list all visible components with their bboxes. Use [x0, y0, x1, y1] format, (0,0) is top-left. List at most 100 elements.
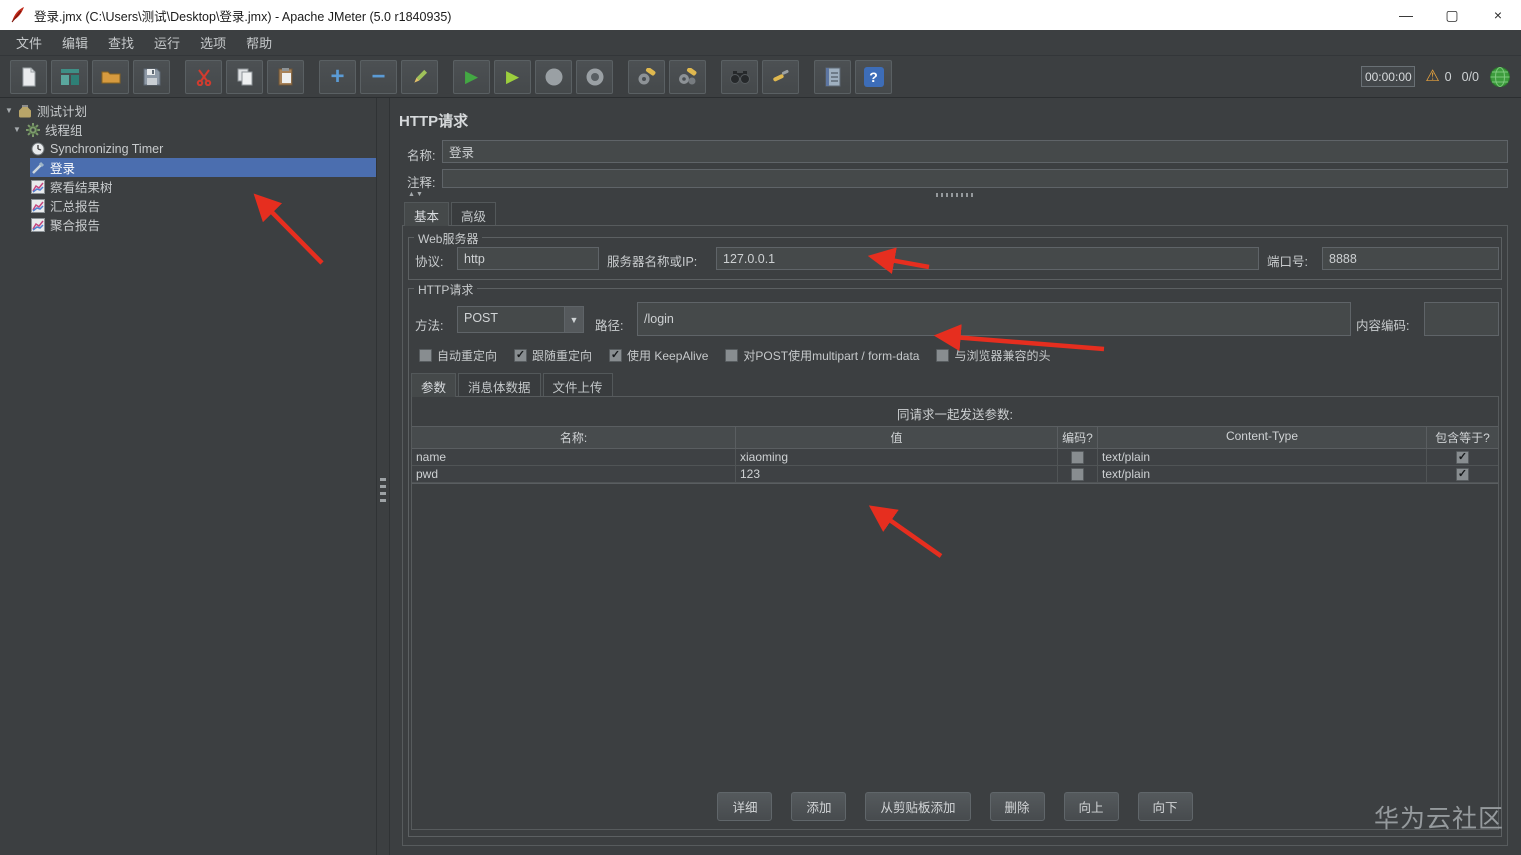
- param-encode-cell[interactable]: ✓: [1058, 466, 1098, 483]
- timer-icon: [31, 142, 45, 156]
- combo-dropdown-icon[interactable]: ▼: [564, 307, 583, 332]
- checkbox[interactable]: ✓: [936, 349, 950, 362]
- server-input[interactable]: [716, 247, 1259, 270]
- panel-splitter[interactable]: [377, 98, 390, 855]
- jmeter-logo-icon: [10, 6, 26, 24]
- content-encoding-label: 内容编码:: [1356, 319, 1410, 333]
- param-include-equals-cell[interactable]: ✓: [1427, 449, 1498, 466]
- start-button[interactable]: ▶: [453, 59, 490, 94]
- option-follow-redirects[interactable]: ✓ 跟随重定向: [514, 347, 592, 364]
- tab-files-upload[interactable]: 文件上传: [542, 373, 613, 396]
- content-encoding-input[interactable]: [1424, 302, 1499, 336]
- save-button[interactable]: [133, 59, 170, 94]
- down-button[interactable]: 向下: [1137, 792, 1193, 821]
- port-input[interactable]: [1322, 247, 1499, 270]
- web-server-group-title: Web服务器: [414, 230, 483, 247]
- option-use-keepalive[interactable]: ✓ 使用 KeepAlive: [609, 347, 708, 364]
- menu-options[interactable]: 选项: [190, 29, 236, 56]
- tab-advanced[interactable]: 高级: [451, 202, 497, 225]
- reset-search-button[interactable]: [762, 59, 799, 94]
- tab-body-data[interactable]: 消息体数据: [458, 373, 541, 396]
- checkbox[interactable]: ✓: [514, 349, 528, 362]
- function-helper-button[interactable]: [814, 59, 851, 94]
- param-name-cell[interactable]: name: [412, 449, 736, 466]
- checkbox[interactable]: ✓: [1071, 467, 1084, 481]
- method-select[interactable]: POST ▼: [457, 306, 584, 333]
- tree-item-view-results-tree[interactable]: 察看结果树: [0, 177, 376, 196]
- name-input[interactable]: [442, 140, 1508, 163]
- expand-toggle-icon[interactable]: ▼: [13, 125, 25, 134]
- tree-item-login-request[interactable]: 登录: [0, 158, 376, 177]
- menu-file[interactable]: 文件: [6, 29, 52, 56]
- param-name-cell[interactable]: pwd: [412, 466, 736, 483]
- stop-button[interactable]: [535, 59, 572, 94]
- copy-button[interactable]: [226, 59, 263, 94]
- tree-item-synchronizing-timer[interactable]: Synchronizing Timer: [0, 139, 376, 158]
- up-button[interactable]: 向上: [1063, 792, 1119, 821]
- tree-item-summary-report[interactable]: 汇总报告: [0, 196, 376, 215]
- tree-item-aggregate-report[interactable]: 聚合报告: [0, 215, 376, 234]
- param-content-type-cell[interactable]: text/plain: [1098, 449, 1427, 466]
- toggle-button[interactable]: [401, 59, 438, 94]
- cut-button[interactable]: [185, 59, 222, 94]
- checkbox[interactable]: ✓: [1071, 450, 1084, 464]
- checkbox[interactable]: ✓: [1456, 467, 1469, 481]
- maximize-button[interactable]: ▢: [1429, 0, 1475, 30]
- checkbox[interactable]: ✓: [609, 349, 623, 362]
- tree-item-test-plan[interactable]: ▼ 测试计划: [0, 101, 376, 120]
- server-label: 服务器名称或IP:: [607, 255, 698, 269]
- splitter-grip[interactable]: [380, 478, 386, 502]
- param-content-type-cell[interactable]: text/plain: [1098, 466, 1427, 483]
- param-value-cell[interactable]: xiaoming: [736, 449, 1058, 466]
- path-input[interactable]: [637, 302, 1351, 336]
- checkbox[interactable]: ✓: [419, 349, 432, 362]
- add-button[interactable]: 添加: [791, 792, 847, 821]
- protocol-input[interactable]: [457, 247, 599, 270]
- comment-input[interactable]: [442, 169, 1508, 188]
- parameters-buttons: 详细 添加 从剪贴板添加 删除 向上 向下: [412, 792, 1498, 821]
- menu-help[interactable]: 帮助: [236, 29, 282, 56]
- detail-button[interactable]: 详细: [717, 792, 773, 821]
- menu-search[interactable]: 查找: [98, 29, 144, 56]
- menu-edit[interactable]: 编辑: [52, 29, 98, 56]
- checkbox[interactable]: ✓: [725, 349, 739, 362]
- paste-button[interactable]: [267, 59, 304, 94]
- tab-parameters[interactable]: 参数: [411, 373, 457, 397]
- log-warning-icon[interactable]: ⚠: [1425, 68, 1439, 85]
- option-browser-compatible-headers[interactable]: ✓ 与浏览器兼容的头: [936, 347, 1050, 364]
- expand-toggle-icon[interactable]: ▼: [5, 106, 17, 115]
- checkbox[interactable]: ✓: [1456, 450, 1469, 464]
- delete-button[interactable]: 删除: [989, 792, 1045, 821]
- add-from-clipboard-button[interactable]: 从剪贴板添加: [865, 792, 971, 821]
- splitter-collapse-icons[interactable]: ▲▼: [408, 191, 424, 198]
- tab-basic[interactable]: 基本: [404, 202, 450, 226]
- remote-start-globe-icon[interactable]: [1489, 66, 1511, 88]
- param-encode-cell[interactable]: ✓: [1058, 449, 1098, 466]
- listener-chart-icon: [31, 179, 45, 194]
- option-auto-redirects[interactable]: ✓ 自动重定向: [419, 347, 497, 364]
- clear-button[interactable]: [628, 59, 665, 94]
- search-button[interactable]: [721, 59, 758, 94]
- option-label: 对POST使用multipart / form-data: [743, 349, 920, 363]
- tree-item-thread-group[interactable]: ▼ 线程组: [0, 120, 376, 139]
- clear-all-button[interactable]: [669, 59, 706, 94]
- menu-run[interactable]: 运行: [144, 29, 190, 56]
- shutdown-button[interactable]: [576, 59, 613, 94]
- form-splitter[interactable]: ▲▼: [390, 190, 1521, 201]
- minimize-button[interactable]: —: [1383, 0, 1429, 30]
- close-button[interactable]: ×: [1475, 0, 1521, 30]
- param-include-equals-cell[interactable]: ✓: [1427, 466, 1498, 483]
- remove-element-button[interactable]: −: [360, 59, 397, 94]
- start-no-pauses-button[interactable]: ▶: [494, 59, 531, 94]
- add-element-button[interactable]: +: [319, 59, 356, 94]
- option-multipart-form-data[interactable]: ✓ 对POST使用multipart / form-data: [725, 347, 919, 364]
- toggle-icon: [411, 68, 429, 86]
- splitter-grip[interactable]: [935, 193, 976, 197]
- open-button[interactable]: [92, 59, 129, 94]
- new-plan-button[interactable]: [10, 59, 47, 94]
- param-value-cell[interactable]: 123: [736, 466, 1058, 483]
- templates-button[interactable]: [51, 59, 88, 94]
- help-button[interactable]: ?: [855, 59, 892, 94]
- check-icon: ✓: [515, 349, 526, 361]
- parameters-caption: 同请求一起发送参数:: [897, 408, 1013, 422]
